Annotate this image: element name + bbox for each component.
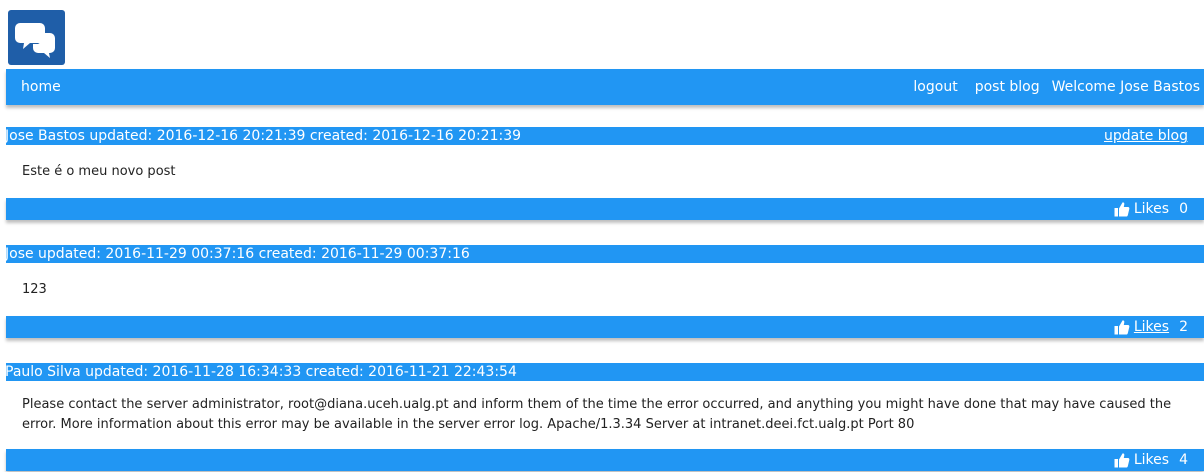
post-footer: Likes 0 — [6, 198, 1204, 220]
thumbs-up-icon[interactable] — [1114, 319, 1130, 335]
likes-count: 0 — [1179, 201, 1188, 217]
likes-label[interactable]: Likes — [1134, 452, 1169, 468]
blog-post: Jose Bastos updated: 2016-12-16 20:21:39… — [5, 127, 1204, 220]
post-footer: Likes 2 — [6, 316, 1204, 338]
likes-label[interactable]: Likes — [1134, 201, 1169, 217]
post-content: 123 — [22, 281, 47, 297]
likes-group[interactable]: Likes 4 — [1114, 452, 1188, 468]
logo — [8, 10, 65, 65]
update-blog-link[interactable]: update blog — [1104, 127, 1188, 145]
likes-count: 2 — [1179, 319, 1188, 335]
likes-group[interactable]: Likes 0 — [1114, 201, 1188, 217]
likes-link[interactable]: Likes — [1134, 319, 1169, 335]
likes-count: 4 — [1179, 452, 1188, 468]
post-meta: Jose Bastos updated: 2016-12-16 20:21:39… — [5, 128, 522, 144]
nav-post-blog-link[interactable]: post blog — [975, 79, 1040, 95]
post-meta: Paulo Silva updated: 2016-11-28 16:34:33… — [5, 364, 517, 380]
welcome-text: Welcome Jose Bastos — [1051, 79, 1200, 95]
top-navbar: home logout post blog Welcome Jose Basto… — [6, 69, 1204, 105]
thumbs-up-icon[interactable] — [1114, 452, 1130, 468]
post-header: Paulo Silva updated: 2016-11-28 16:34:33… — [5, 363, 1204, 381]
post-header: Jose updated: 2016-11-29 00:37:16 create… — [5, 245, 1204, 263]
post-body: Please contact the server administrator,… — [6, 381, 1204, 449]
post-content: Este é o meu novo post — [22, 163, 176, 179]
chat-bubbles-icon — [15, 23, 55, 58]
post-body: Este é o meu novo post — [6, 145, 1204, 198]
post-body: 123 — [6, 263, 1204, 316]
likes-group[interactable]: Likes 2 — [1114, 319, 1188, 335]
post-footer: Likes 4 — [6, 449, 1204, 471]
nav-home-link[interactable]: home — [21, 79, 61, 95]
nav-logout-link[interactable]: logout — [913, 79, 957, 95]
post-meta: Jose updated: 2016-11-29 00:37:16 create… — [5, 246, 470, 262]
post-content: Please contact the server administrator,… — [22, 397, 1172, 432]
thumbs-up-icon[interactable] — [1114, 201, 1130, 217]
post-header: Jose Bastos updated: 2016-12-16 20:21:39… — [5, 127, 1204, 145]
blog-post: Jose updated: 2016-11-29 00:37:16 create… — [5, 245, 1204, 338]
nav-right-group: logout post blog Welcome Jose Bastos — [896, 79, 1200, 95]
blog-post: Paulo Silva updated: 2016-11-28 16:34:33… — [5, 363, 1204, 471]
